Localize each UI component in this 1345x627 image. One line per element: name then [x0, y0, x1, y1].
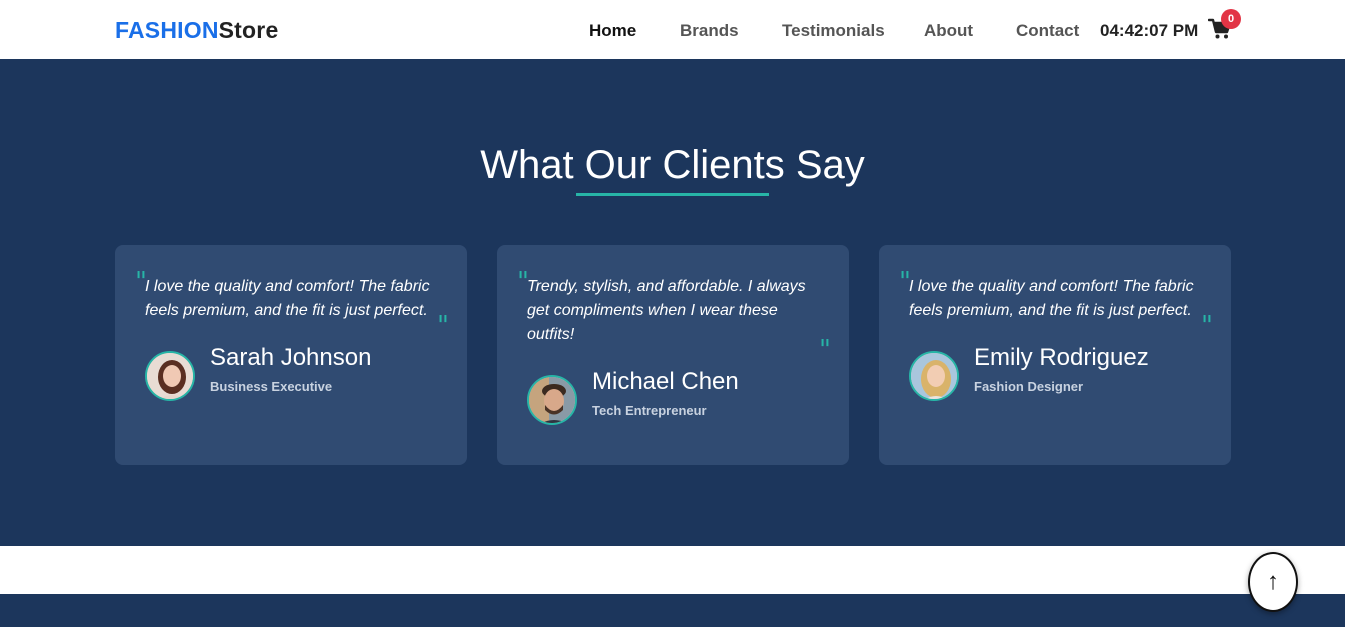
nav-link-contact[interactable]: Contact [1016, 21, 1079, 41]
testimonial-card-2: " Trendy, stylish, and affordable. I alw… [497, 245, 849, 465]
nav-link-about[interactable]: About [924, 21, 973, 41]
cart-count-badge: 0 [1221, 9, 1241, 29]
clock-display: 04:42:07 PM [1100, 21, 1199, 40]
client-role: Business Executive [210, 379, 333, 394]
client-role: Fashion Designer [974, 379, 1084, 394]
scroll-to-top-button[interactable]: ↑ [1248, 552, 1298, 612]
navbar: FASHIONStore Home Brands Testimonials Ab… [0, 0, 1345, 59]
arrow-up-icon: ↑ [1267, 568, 1279, 595]
testimonial-quote: I love the quality and comfort! The fabr… [145, 278, 430, 319]
testimonial-card-1: " I love the quality and comfort! The fa… [115, 245, 467, 465]
footer [0, 594, 1345, 627]
testimonials-section: What Our Clients Say " I love the qualit… [0, 59, 1345, 546]
brand-logo[interactable]: FASHIONStore [115, 17, 278, 44]
quote-close-icon: " [1201, 311, 1213, 341]
section-title: What Our Clients Say [480, 143, 865, 187]
client-name: Michael Chen [592, 368, 739, 395]
nav-link-home[interactable]: Home [589, 21, 636, 41]
brand-logo-part1: FASHION [115, 17, 219, 43]
quote-close-icon: " [819, 335, 831, 365]
avatar [909, 351, 959, 401]
section-spacer [0, 546, 1345, 594]
avatar [145, 351, 195, 401]
quote-close-icon: " [437, 311, 449, 341]
testimonial-card-3: " I love the quality and comfort! The fa… [879, 245, 1231, 465]
client-name: Sarah Johnson [210, 344, 372, 371]
nav-link-testimonials[interactable]: Testimonials [782, 21, 885, 41]
client-name: Emily Rodriguez [974, 344, 1149, 371]
testimonial-quote: Trendy, stylish, and affordable. I alway… [527, 278, 806, 343]
brand-logo-part2: Store [218, 17, 279, 43]
testimonial-quote: I love the quality and comfort! The fabr… [909, 278, 1194, 319]
title-underline [576, 193, 769, 196]
nav-link-brands[interactable]: Brands [680, 21, 739, 41]
client-role: Tech Entrepreneur [592, 403, 707, 418]
avatar [527, 375, 577, 425]
